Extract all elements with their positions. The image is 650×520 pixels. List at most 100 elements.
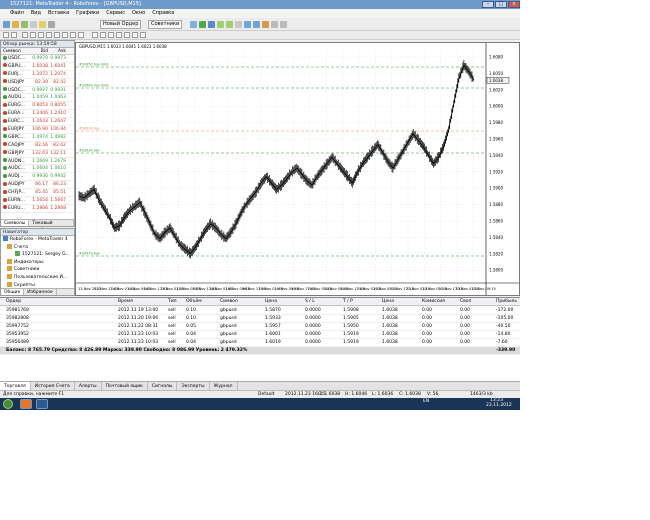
market-watch-row[interactable]: USDC... 0.9927 0.9931	[1, 87, 74, 95]
market-watch-row[interactable]: EURU... 1.2866 1.2868	[1, 205, 74, 213]
tab-common[interactable]: Общие	[1, 289, 25, 295]
tile-windows-icon[interactable]	[235, 21, 242, 28]
firefox-icon[interactable]	[20, 399, 32, 409]
trade-row[interactable]: 35981769 2012.11.19 13:00 sell 0.10 gbpusd 1.…	[0, 307, 520, 315]
minimize-button[interactable]: –	[482, 1, 494, 8]
indicators-icon[interactable]	[262, 21, 269, 28]
period-h1-icon[interactable]	[124, 32, 130, 38]
trade-row[interactable]: 35953952 2012.11.23 10:03 sell 0.04 gbpusd 1.…	[0, 331, 520, 339]
channel-icon[interactable]	[46, 32, 52, 38]
column-header[interactable]: S / L	[305, 298, 315, 306]
period-d1-icon[interactable]	[140, 32, 146, 38]
column-header[interactable]: Тип	[168, 298, 177, 306]
column-header[interactable]: Цена	[265, 298, 277, 306]
periods-icon[interactable]	[271, 21, 278, 28]
menu-view[interactable]: Вид	[31, 9, 41, 18]
market-watch-row[interactable]: EURG... 0.8053 0.8055	[1, 102, 74, 111]
nav-item-broker[interactable]: RoboForex - MetaTrader 4	[1, 236, 74, 244]
tab-alerts[interactable]: Алерты	[75, 382, 102, 390]
market-watch-row[interactable]: GBPC... 1.4974 1.4982	[1, 134, 74, 142]
fibonacci-icon[interactable]	[54, 32, 60, 38]
trade-row[interactable]: 35956489 2012.11.23 10:03 sell 0.04 gbpusd 1.…	[0, 339, 520, 347]
market-watch-row[interactable]: AUDJ... 0.9936 0.9942	[1, 173, 74, 182]
menu-tools[interactable]: Сервис	[106, 9, 125, 18]
metatrader-icon[interactable]	[36, 399, 48, 409]
trendline-icon[interactable]	[38, 32, 44, 38]
column-header[interactable]: T / P	[343, 298, 353, 306]
menu-file[interactable]: Файл	[10, 9, 24, 18]
period-m15-icon[interactable]	[108, 32, 114, 38]
menu-charts[interactable]: Графики	[76, 9, 99, 18]
market-watch-row[interactable]: CHFJP... 85.45 85.51	[1, 189, 74, 198]
text-icon[interactable]	[62, 32, 68, 38]
price-chart[interactable]: 1.6080 1.6050 1.6020 1.6000 1.5980 1.5960 1.59…	[76, 43, 519, 295]
market-watch-row[interactable]: GBPU... 1.6038 1.6041	[1, 63, 74, 71]
market-watch-row[interactable]: EURC... 1.2643 1.2647	[1, 118, 74, 127]
line-chart-icon[interactable]	[208, 21, 215, 28]
tab-trade[interactable]: Торговля	[0, 382, 31, 390]
tab-signals[interactable]: Сигналы	[148, 382, 178, 390]
nav-item-account[interactable]: 1527121: Sergey G...	[1, 251, 74, 259]
column-header[interactable]: Цена	[382, 298, 394, 306]
navigator-icon[interactable]	[39, 21, 46, 28]
column-symbol[interactable]: Символ	[1, 48, 32, 54]
market-watch-icon[interactable]	[21, 21, 28, 28]
market-watch-row[interactable]: EURA... 1.2406 1.2410	[1, 110, 74, 119]
menu-help[interactable]: Справка	[152, 9, 174, 18]
trade-row[interactable]: 35997752 2012.11.22 08:31 sell 0.05 gbpusd 1.…	[0, 323, 520, 331]
column-header[interactable]: Объём	[186, 298, 202, 306]
vertical-line-icon[interactable]	[22, 32, 28, 38]
autoscroll-icon[interactable]	[244, 21, 251, 28]
close-button[interactable]: ×	[508, 1, 520, 8]
menu-insert[interactable]: Вставка	[48, 9, 69, 18]
period-m30-icon[interactable]	[116, 32, 122, 38]
candlestick-icon[interactable]	[199, 21, 206, 28]
tab-favorites[interactable]: Избранное	[24, 289, 57, 295]
column-bid[interactable]: Bid	[32, 48, 48, 54]
tab-account-history[interactable]: История Счета	[31, 382, 75, 390]
period-h4-icon[interactable]	[132, 32, 138, 38]
column-header[interactable]: Комиссия	[422, 298, 445, 306]
market-watch-row[interactable]: EURJ... 1.2072 1.2074	[1, 71, 74, 79]
new-chart-icon[interactable]	[3, 21, 10, 28]
zoom-in-icon[interactable]	[217, 21, 224, 28]
chart-window[interactable]: 1.6080 1.6050 1.6020 1.6000 1.5980 1.5960 1.59…	[75, 42, 520, 296]
tray-date[interactable]: 23.11.2012	[486, 403, 512, 408]
profiles-icon[interactable]	[12, 21, 19, 28]
market-watch-row[interactable]: EURJPY 106.90 106.94	[1, 126, 74, 134]
expert-advisors-button[interactable]: Советники	[148, 20, 183, 29]
column-header[interactable]: Время	[118, 298, 133, 306]
crosshair-icon[interactable]	[11, 32, 17, 38]
column-header[interactable]: Прибыль	[496, 298, 517, 306]
nav-item-accounts[interactable]: Счета	[1, 243, 74, 252]
nav-item-indicators[interactable]: Индикаторы	[1, 258, 74, 267]
tab-mailbox[interactable]: Почтовый ящик	[102, 382, 148, 390]
market-watch-row[interactable]: USDC... 0.9970 0.9973	[1, 55, 74, 63]
market-watch-row[interactable]: AUDU... 1.0459 1.0463	[1, 94, 74, 103]
tray-language[interactable]: EN	[423, 399, 429, 404]
cursor-icon[interactable]	[3, 32, 9, 38]
templates-icon[interactable]	[280, 21, 287, 28]
start-button[interactable]	[3, 399, 13, 409]
market-watch-row[interactable]: AUDJPY 86.17 86.23	[1, 181, 74, 190]
maximize-button[interactable]: □	[495, 1, 507, 8]
new-order-button[interactable]: Новый Ордер	[100, 20, 142, 29]
market-watch-row[interactable]: USDJPY 82.39 82.42	[1, 79, 74, 87]
trade-row[interactable]: 35982808 2012.11.20 19:06 sell 0.10 gbpusd 1.…	[0, 315, 520, 323]
market-watch-row[interactable]: CADJPY 82.56 82.62	[1, 142, 74, 150]
nav-item-experts[interactable]: Советники	[1, 266, 74, 274]
market-watch-row[interactable]: AUDN... 1.2669 1.2678	[1, 158, 74, 166]
nav-item-custom-indicators[interactable]: Пользовательские И...	[1, 273, 74, 282]
column-header[interactable]: Символ	[220, 298, 238, 306]
period-m5-icon[interactable]	[100, 32, 106, 38]
column-ask[interactable]: Ask	[48, 48, 67, 54]
menu-window[interactable]: Окно	[132, 9, 145, 18]
bar-chart-icon[interactable]	[190, 21, 197, 28]
column-header[interactable]: Своп	[460, 298, 472, 306]
horizontal-line-icon[interactable]	[30, 32, 36, 38]
column-header[interactable]: Ордер	[6, 298, 21, 306]
market-watch-row[interactable]: GBPJPY 132.03 132.11	[1, 150, 74, 158]
chart-shift-icon[interactable]	[253, 21, 260, 28]
tab-tick-chart[interactable]: Тиковый график	[29, 220, 74, 233]
label-icon[interactable]	[70, 32, 76, 38]
